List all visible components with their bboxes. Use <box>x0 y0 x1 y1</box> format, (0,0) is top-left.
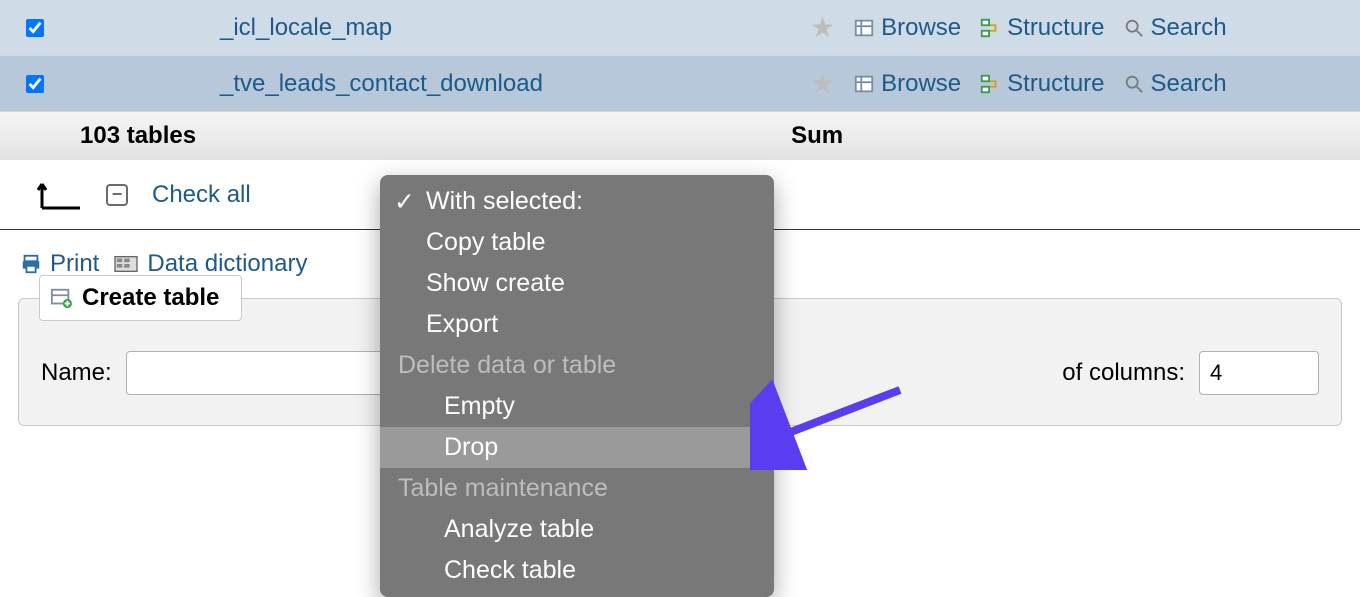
columns-count-input[interactable] <box>1199 351 1319 395</box>
table-name-link[interactable]: _tve_leads_contact_download <box>220 70 543 97</box>
menu-item[interactable]: Drop <box>380 427 774 468</box>
row-checkbox[interactable] <box>26 19 44 37</box>
structure-label: Structure <box>1007 70 1104 98</box>
print-label: Print <box>50 250 99 278</box>
create-table-label: Create table <box>82 284 219 312</box>
menu-item[interactable]: Copy table <box>380 222 774 263</box>
star-icon[interactable]: ★ <box>810 11 835 44</box>
check-all-link[interactable]: Check all <box>152 181 251 209</box>
menu-group-label: Table maintenance <box>380 468 774 509</box>
search-icon <box>1123 17 1145 39</box>
print-link[interactable]: Print <box>20 250 99 278</box>
menu-item[interactable]: Check table <box>380 550 774 591</box>
print-icon <box>20 253 42 275</box>
structure-link[interactable]: Structure <box>979 14 1104 42</box>
search-link[interactable]: Search <box>1123 70 1227 98</box>
with-selected-menu[interactable]: With selected:Copy tableShow createExpor… <box>380 175 774 597</box>
sum-label: Sum <box>791 122 843 150</box>
menu-item[interactable]: Export <box>380 304 774 345</box>
table-row: _tve_leads_contact_download ★ Browse Str… <box>0 56 1360 112</box>
row-actions: ★ Browse Structure Search <box>810 67 1227 100</box>
row-checkbox-cell <box>0 75 70 93</box>
row-actions: ★ Browse Structure Search <box>810 11 1227 44</box>
table-name-cell: _icl_locale_map <box>70 14 810 42</box>
menu-item[interactable]: With selected: <box>380 181 774 222</box>
search-label: Search <box>1151 70 1227 98</box>
columns-label: of columns: <box>1062 359 1185 387</box>
browse-label: Browse <box>881 14 961 42</box>
row-checkbox-cell <box>0 19 70 37</box>
arrow-up-icon <box>36 178 82 212</box>
menu-item[interactable]: Show create <box>380 263 774 304</box>
table-name-link[interactable]: _icl_locale_map <box>220 14 392 41</box>
create-table-button[interactable]: Create table <box>39 275 242 321</box>
data-dictionary-label: Data dictionary <box>147 250 307 278</box>
menu-item[interactable]: Analyze table <box>380 509 774 550</box>
data-dictionary-link[interactable]: Data dictionary <box>113 250 307 278</box>
annotation-arrow-icon <box>750 380 910 470</box>
menu-group-label: Delete data or table <box>380 345 774 386</box>
menu-item[interactable]: Empty <box>380 386 774 427</box>
tables-count: 103 tables <box>80 122 196 150</box>
structure-icon <box>979 17 1001 39</box>
name-label: Name: <box>41 359 112 387</box>
table-icon <box>853 73 875 95</box>
search-link[interactable]: Search <box>1123 14 1227 42</box>
structure-label: Structure <box>1007 14 1104 42</box>
table-row: _icl_locale_map ★ Browse Structure Searc… <box>0 0 1360 56</box>
dictionary-icon <box>113 253 139 275</box>
star-icon[interactable]: ★ <box>810 67 835 100</box>
table-icon <box>853 17 875 39</box>
browse-label: Browse <box>881 70 961 98</box>
table-name-cell: _tve_leads_contact_download <box>70 70 810 98</box>
structure-icon <box>979 73 1001 95</box>
summary-row: 103 tables Sum <box>0 112 1360 160</box>
indeterminate-checkbox[interactable]: − <box>106 184 128 206</box>
structure-link[interactable]: Structure <box>979 70 1104 98</box>
search-label: Search <box>1151 14 1227 42</box>
search-icon <box>1123 73 1145 95</box>
row-checkbox[interactable] <box>26 75 44 93</box>
create-table-icon <box>50 287 72 309</box>
browse-link[interactable]: Browse <box>853 14 961 42</box>
browse-link[interactable]: Browse <box>853 70 961 98</box>
